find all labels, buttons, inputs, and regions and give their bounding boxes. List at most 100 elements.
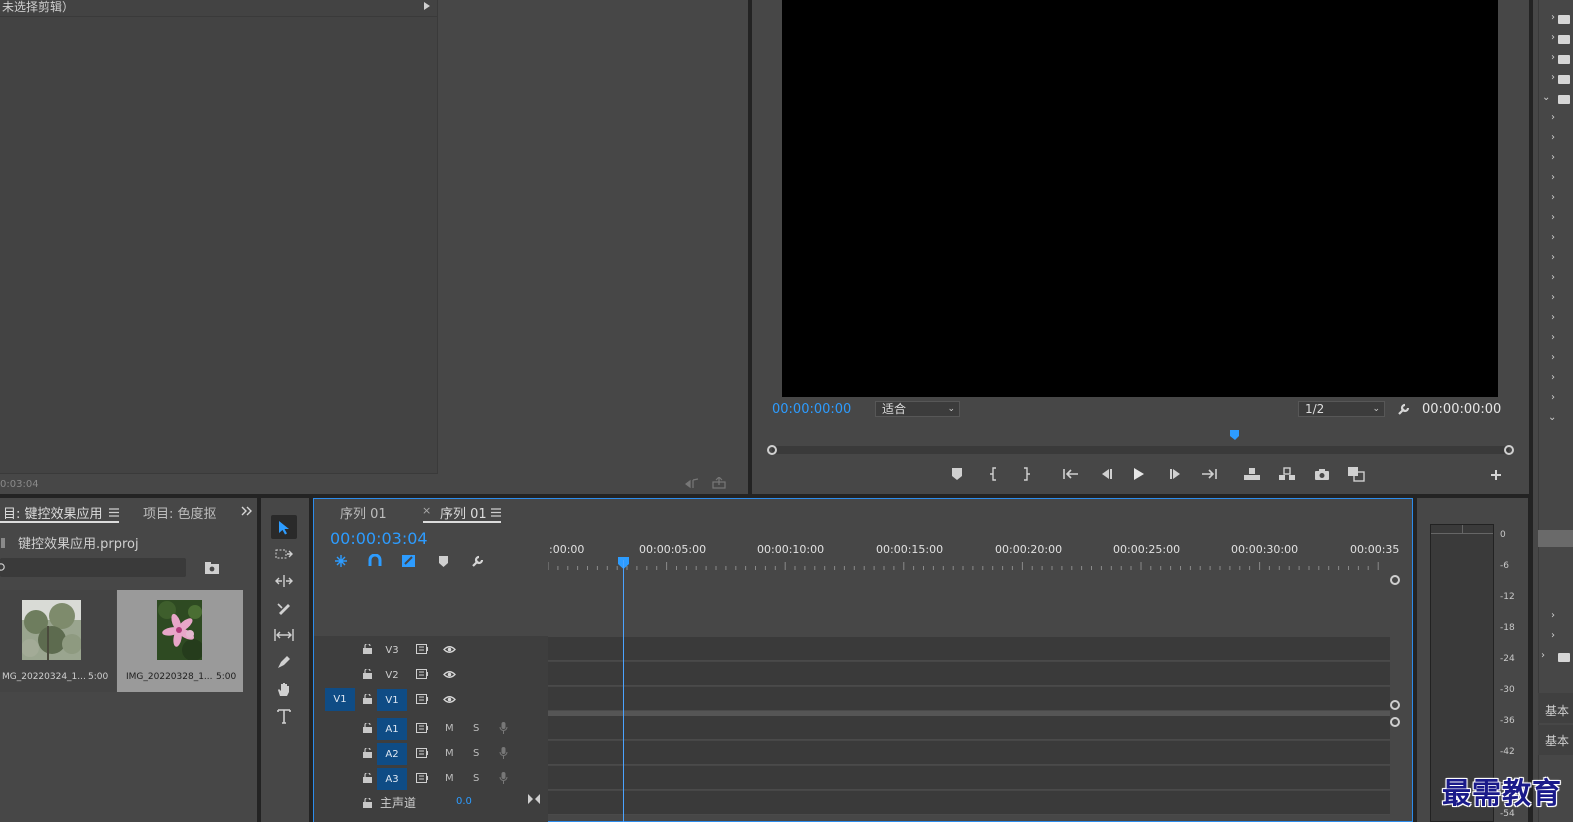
lock-icon[interactable] bbox=[361, 668, 373, 680]
lock-icon[interactable] bbox=[361, 797, 373, 809]
chevron-right-icon[interactable]: › bbox=[1551, 292, 1555, 303]
comparison-view-icon[interactable] bbox=[1346, 465, 1366, 483]
chevron-right-icon[interactable]: › bbox=[1551, 172, 1555, 183]
mute-button[interactable]: M bbox=[445, 723, 454, 734]
sync-lock-icon[interactable] bbox=[415, 643, 429, 655]
section-label[interactable]: 基本 bbox=[1545, 702, 1569, 719]
scrub-left-handle[interactable] bbox=[767, 445, 777, 455]
solo-button[interactable]: S bbox=[473, 773, 479, 784]
audio-filter-icon[interactable] bbox=[684, 477, 702, 491]
chevron-right-icon[interactable]: › bbox=[1551, 12, 1555, 23]
clip-thumbnail[interactable] bbox=[157, 600, 202, 660]
resolution-select[interactable]: 1/2 ⌄ bbox=[1298, 401, 1385, 417]
track-lane-v3[interactable] bbox=[548, 637, 1390, 661]
go-to-in-icon[interactable] bbox=[1062, 467, 1080, 481]
razor-tool-icon[interactable] bbox=[273, 598, 295, 618]
go-to-end-icon[interactable] bbox=[527, 793, 541, 805]
step-forward-icon[interactable] bbox=[1168, 467, 1184, 481]
microphone-icon[interactable] bbox=[497, 771, 509, 785]
panel-menu-icon[interactable] bbox=[490, 506, 502, 518]
mark-in-icon[interactable] bbox=[987, 467, 1001, 481]
step-back-icon[interactable] bbox=[1098, 467, 1114, 481]
lock-icon[interactable] bbox=[361, 722, 373, 734]
chevron-right-icon[interactable]: › bbox=[1551, 52, 1555, 63]
sync-lock-icon[interactable] bbox=[415, 668, 429, 680]
track-lane-a2[interactable] bbox=[548, 741, 1390, 765]
chevron-right-icon[interactable]: › bbox=[1551, 630, 1555, 641]
chevron-right-icon[interactable]: › bbox=[1551, 132, 1555, 143]
master-volume-value[interactable]: 0.0 bbox=[456, 796, 472, 807]
eye-icon[interactable] bbox=[442, 668, 456, 680]
chevron-right-icon[interactable]: › bbox=[1551, 610, 1555, 621]
vertical-zoom-handle[interactable] bbox=[1390, 575, 1400, 585]
track-label-a3[interactable]: A3 bbox=[377, 768, 407, 790]
linked-selection-icon[interactable] bbox=[400, 553, 416, 569]
track-label-v1[interactable]: V1 bbox=[377, 689, 407, 711]
timeline-settings-wrench-icon[interactable] bbox=[469, 553, 485, 569]
chevron-right-icon[interactable]: › bbox=[1551, 272, 1555, 283]
double-chevron-right-icon[interactable] bbox=[240, 504, 254, 518]
clip-thumbnail[interactable] bbox=[22, 600, 81, 660]
track-lane-v1[interactable] bbox=[548, 687, 1390, 711]
program-playhead-timecode[interactable]: 00:00:00:00 bbox=[772, 402, 851, 417]
eye-icon[interactable] bbox=[442, 693, 456, 705]
sync-lock-icon[interactable] bbox=[415, 722, 429, 734]
track-label-v2[interactable]: V2 bbox=[377, 664, 407, 686]
chevron-right-icon[interactable]: › bbox=[1551, 212, 1555, 223]
chevron-right-icon[interactable]: › bbox=[1551, 372, 1555, 383]
program-scrub-bar[interactable] bbox=[772, 446, 1509, 454]
tab-sequence-active[interactable]: 序列 01 bbox=[440, 503, 487, 522]
chevron-right-icon[interactable]: › bbox=[1551, 192, 1555, 203]
close-tab-icon[interactable]: × bbox=[422, 504, 431, 517]
selection-tool-icon[interactable] bbox=[271, 515, 297, 539]
chevron-down-icon[interactable]: ⌄ bbox=[1542, 92, 1550, 103]
source-patch-v1[interactable]: V1 bbox=[325, 688, 355, 711]
tab-sequence-inactive[interactable]: 序列 01 bbox=[340, 503, 387, 522]
video-scroll-handle[interactable] bbox=[1390, 700, 1400, 710]
sync-lock-icon[interactable] bbox=[415, 747, 429, 759]
track-lane-master[interactable] bbox=[548, 791, 1390, 815]
sync-lock-icon[interactable] bbox=[415, 772, 429, 784]
solo-button[interactable]: S bbox=[473, 748, 479, 759]
timeline-timecode[interactable]: 00:00:03:04 bbox=[330, 529, 428, 548]
mute-button[interactable]: M bbox=[445, 773, 454, 784]
lift-icon[interactable] bbox=[1242, 466, 1262, 482]
export-frame-camera-icon[interactable] bbox=[1313, 466, 1331, 482]
chevron-down-icon[interactable]: ⌄ bbox=[1548, 412, 1556, 423]
lock-icon[interactable] bbox=[361, 747, 373, 759]
solo-button[interactable]: S bbox=[473, 723, 479, 734]
track-label-a2[interactable]: A2 bbox=[377, 743, 407, 765]
chevron-right-icon[interactable]: › bbox=[1551, 392, 1555, 403]
track-lane-a1[interactable] bbox=[548, 716, 1390, 740]
export-icon[interactable] bbox=[711, 476, 727, 490]
chevron-right-icon[interactable]: › bbox=[1541, 650, 1545, 661]
play-arrow-icon[interactable] bbox=[422, 0, 432, 12]
lock-icon[interactable] bbox=[361, 772, 373, 784]
microphone-icon[interactable] bbox=[497, 746, 509, 760]
panel-menu-icon[interactable] bbox=[108, 506, 120, 518]
lock-icon[interactable] bbox=[361, 643, 373, 655]
tab-project-chroma[interactable]: 项目: 色度抠 bbox=[143, 503, 217, 522]
chevron-right-icon[interactable]: › bbox=[1551, 252, 1555, 263]
pen-tool-icon[interactable] bbox=[273, 652, 295, 672]
play-icon[interactable] bbox=[1131, 466, 1147, 482]
chevron-right-icon[interactable]: › bbox=[1551, 72, 1555, 83]
playhead-marker-icon[interactable] bbox=[1230, 430, 1241, 442]
microphone-icon[interactable] bbox=[497, 721, 509, 735]
add-button-icon[interactable] bbox=[1489, 468, 1503, 482]
section-label[interactable]: 基本 bbox=[1545, 732, 1569, 749]
ripple-edit-tool-icon[interactable] bbox=[273, 571, 295, 591]
chevron-right-icon[interactable]: › bbox=[1551, 152, 1555, 163]
track-lane-v2[interactable] bbox=[548, 662, 1390, 686]
mark-out-icon[interactable] bbox=[1019, 467, 1033, 481]
lock-icon[interactable] bbox=[361, 693, 373, 705]
hand-tool-icon[interactable] bbox=[273, 679, 295, 699]
tab-project-active[interactable]: 目: 键控效果应用 bbox=[3, 503, 103, 522]
chevron-right-icon[interactable]: › bbox=[1551, 32, 1555, 43]
track-select-tool-icon[interactable] bbox=[273, 544, 295, 564]
track-label-a1[interactable]: A1 bbox=[377, 718, 407, 740]
zoom-fit-select[interactable]: 适合 ⌄ bbox=[875, 401, 960, 417]
scrollbar-thumb[interactable] bbox=[1538, 530, 1573, 547]
sync-lock-icon[interactable] bbox=[415, 693, 429, 705]
chevron-right-icon[interactable]: › bbox=[1551, 352, 1555, 363]
